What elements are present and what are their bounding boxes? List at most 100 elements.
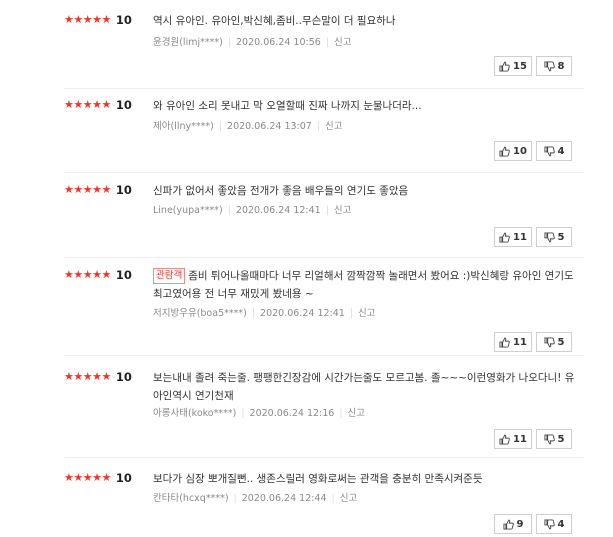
dislike-button[interactable]: 5 — [536, 332, 572, 352]
score-value: 10 — [115, 471, 132, 485]
review-text: 보다가 심장 뽀개질뻔.. 생존스릴러 영화로써는 관객을 충분히 만족시켜준듯 — [153, 473, 483, 485]
vote-buttons: 11 5 — [494, 332, 572, 352]
like-button[interactable]: 11 — [494, 429, 532, 449]
divider-line — [64, 355, 584, 356]
review-item: ★★★★★ 10 보다가 심장 뽀개질뻔.. 생존스릴러 영화로써는 관객을 충… — [64, 470, 584, 537]
report-link[interactable]: 신고 — [334, 205, 351, 216]
review-text: 신파가 없어서 좋았음 전개가 좋음 배우들의 연기도 좋았음 — [153, 185, 409, 197]
author-name[interactable]: 저지방우유(boa5****) — [153, 308, 247, 319]
star-rating-icon: ★★★★★ — [64, 13, 111, 26]
divider-line — [64, 172, 584, 173]
dislike-button[interactable]: 4 — [536, 514, 572, 534]
dislike-count: 5 — [557, 336, 565, 348]
rating: ★★★★★ 10 — [64, 470, 132, 486]
like-button[interactable]: 11 — [494, 227, 532, 247]
like-count: 9 — [516, 518, 524, 530]
thumbs-up-icon — [499, 434, 510, 445]
thumbs-up-icon — [499, 337, 510, 348]
dislike-button[interactable]: 5 — [536, 429, 572, 449]
dislike-count: 5 — [557, 231, 565, 243]
score-value: 10 — [115, 183, 132, 197]
divider: | — [325, 37, 330, 48]
review-body: 관람객 좀비 튀어나올때마다 너무 리얼해서 깜짝깜짝 놀래면서 봤어요 :)박신… — [153, 267, 583, 303]
review-text: 역시 유아인. 유아인,박신혜,좀비..무슨말이 더 필요하나 — [153, 15, 396, 27]
like-count: 11 — [513, 231, 527, 243]
author-name[interactable]: Line(yupa****) — [153, 205, 223, 216]
review-text: 와 유아인 소리 못내고 막 오열할때 진짜 나까지 눈물나더라... — [153, 100, 422, 112]
divider: | — [339, 408, 343, 419]
report-link[interactable]: 신고 — [348, 408, 365, 419]
star-rating-icon: ★★★★★ — [64, 370, 111, 383]
review-text: 보는내내 졸려 죽는줄. 팽팽한긴장감에 시간가는줄도 모르고봄. 졸~~~이런… — [153, 372, 575, 402]
dislike-count: 4 — [557, 518, 565, 530]
review-date: 2020.06.24 12:16 — [249, 408, 335, 419]
divider: | — [331, 493, 335, 504]
report-link[interactable]: 신고 — [340, 493, 357, 504]
vote-buttons: 10 4 — [494, 141, 572, 161]
review-date: 2020.06.24 12:44 — [241, 493, 327, 504]
like-button[interactable]: 15 — [494, 56, 532, 76]
report-link[interactable]: 신고 — [325, 121, 342, 132]
review-list: ★★★★★ 10 역시 유아인. 유아인,박신혜,좀비..무슨말이 더 필요하나… — [0, 0, 613, 537]
like-count: 10 — [513, 145, 527, 157]
dislike-count: 4 — [557, 145, 565, 157]
like-button[interactable]: 11 — [494, 332, 532, 352]
dislike-button[interactable]: 4 — [536, 141, 572, 161]
like-count: 11 — [513, 336, 527, 348]
dislike-count: 8 — [557, 60, 565, 72]
star-rating-icon: ★★★★★ — [64, 98, 111, 111]
review-meta: 제아(llny****) | 2020.06.24 13:07 | 신고 — [153, 120, 343, 134]
review-meta: 윤경원(limj****) | 2020.06.24 10:56 | 신고 — [153, 36, 352, 50]
divider-line — [64, 257, 584, 258]
divider: | — [251, 308, 256, 319]
review-date: 2020.06.24 13:07 — [227, 121, 312, 132]
divider-line — [64, 457, 584, 458]
divider-line — [64, 88, 584, 89]
vote-buttons: 15 8 — [494, 56, 572, 76]
like-count: 11 — [513, 433, 527, 445]
divider: | — [325, 205, 329, 216]
divider: | — [349, 308, 354, 319]
like-button[interactable]: 10 — [494, 141, 532, 161]
author-name[interactable]: 제아(llny****) — [153, 121, 214, 132]
thumbs-down-icon — [543, 433, 555, 444]
divider: | — [241, 408, 245, 419]
star-rating-icon: ★★★★★ — [64, 268, 111, 281]
thumbs-down-icon — [543, 60, 555, 71]
divider: | — [316, 121, 321, 132]
review-meta: Line(yupa****) | 2020.06.24 12:41 | 신고 — [153, 204, 351, 218]
thumbs-up-icon — [502, 519, 514, 530]
divider: | — [218, 121, 223, 132]
vote-buttons: 9 4 — [494, 514, 572, 534]
review-text: 좀비 튀어나올때마다 너무 리얼해서 깜짝깜짝 놀래면서 봤어요 :)박신혜랑 … — [153, 270, 574, 300]
author-name[interactable]: 아롱사태(koko****) — [153, 408, 236, 419]
score-value: 10 — [115, 13, 132, 27]
rating: ★★★★★ 10 — [64, 267, 132, 283]
thumbs-up-icon — [499, 232, 510, 243]
score-value: 10 — [115, 268, 132, 282]
dislike-button[interactable]: 8 — [536, 56, 572, 76]
review-item: ★★★★★ 10 역시 유아인. 유아인,박신혜,좀비..무슨말이 더 필요하나… — [64, 12, 584, 84]
rating: ★★★★★ 10 — [64, 369, 132, 385]
score-value: 10 — [115, 370, 132, 384]
review-item: ★★★★★ 10 와 유아인 소리 못내고 막 오열할때 진짜 나까지 눈물나더… — [64, 97, 584, 169]
review-meta: 저지방우유(boa5****) | 2020.06.24 12:41 | 신고 — [153, 307, 376, 321]
thumbs-up-icon — [499, 61, 510, 72]
review-date: 2020.06.24 10:56 — [236, 37, 321, 48]
divider: | — [227, 37, 232, 48]
review-item: ★★★★★ 10 관람객 좀비 튀어나올때마다 너무 리얼해서 깜짝깜짝 놀래면서… — [64, 267, 584, 352]
author-name[interactable]: 윤경원(limj****) — [153, 37, 223, 48]
report-link[interactable]: 신고 — [334, 37, 351, 48]
dislike-button[interactable]: 5 — [536, 227, 572, 247]
author-name[interactable]: 칸타타(hcxq****) — [153, 493, 229, 504]
vote-buttons: 11 5 — [494, 429, 572, 449]
like-button[interactable]: 9 — [494, 514, 532, 534]
review-date: 2020.06.24 12:41 — [260, 308, 345, 319]
review-item: ★★★★★ 10 신파가 없어서 좋았음 전개가 좋음 배우들의 연기도 좋았음… — [64, 182, 584, 254]
thumbs-up-icon — [499, 146, 510, 157]
report-link[interactable]: 신고 — [358, 308, 375, 319]
star-rating-icon: ★★★★★ — [64, 471, 111, 484]
dislike-count: 5 — [557, 433, 565, 445]
thumbs-down-icon — [543, 518, 555, 529]
divider: | — [227, 205, 231, 216]
